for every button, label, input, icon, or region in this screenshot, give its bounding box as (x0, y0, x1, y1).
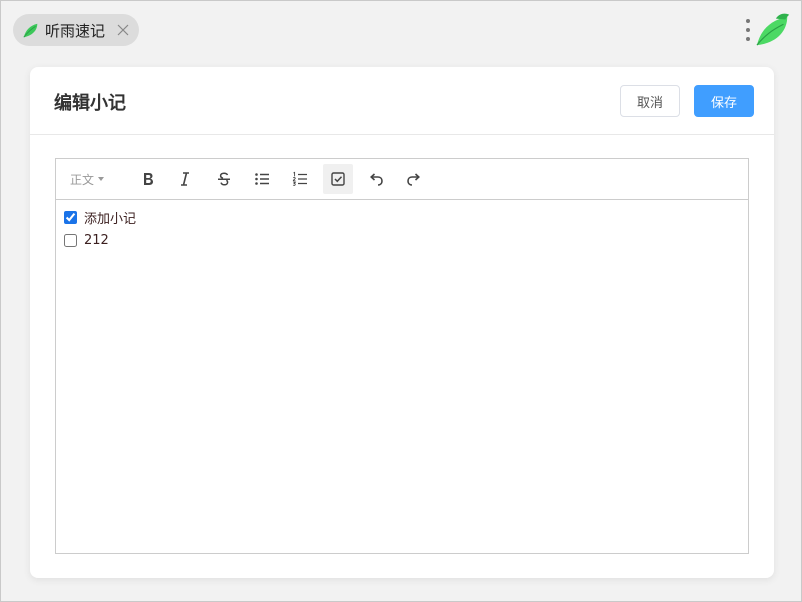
strikethrough-button[interactable] (209, 164, 239, 194)
todo-checkbox[interactable] (64, 211, 77, 224)
todo-text[interactable]: 212 (84, 233, 109, 248)
todo-item: 212 (64, 229, 740, 252)
numbered-list-icon (292, 171, 307, 186)
todo-text[interactable]: 添加小记 (84, 208, 136, 227)
brand-logo-icon (756, 13, 790, 46)
italic-icon (181, 172, 189, 186)
redo-button[interactable] (399, 164, 429, 194)
dialog-header: 编辑小记 取消 保存 (30, 67, 774, 135)
edit-note-dialog: 编辑小记 取消 保存 正文 添加小记 212 (30, 67, 774, 578)
tab-title: 听雨速记 (45, 21, 106, 40)
more-menu-icon[interactable] (741, 17, 755, 43)
strikethrough-icon (218, 172, 230, 186)
undo-button[interactable] (361, 164, 391, 194)
save-button[interactable]: 保存 (694, 85, 754, 117)
bird-logo-icon (23, 23, 38, 38)
italic-button[interactable] (170, 164, 200, 194)
bold-icon (144, 173, 153, 185)
app-tab[interactable]: 听雨速记 (13, 14, 139, 46)
rich-text-editor[interactable]: 正文 添加小记 212 (55, 158, 749, 554)
editor-toolbar: 正文 (56, 159, 748, 200)
redo-icon (407, 173, 420, 186)
dialog-title: 编辑小记 (54, 93, 126, 114)
editor-content[interactable]: 添加小记 212 (56, 200, 748, 258)
heading-select[interactable]: 正文 (70, 164, 118, 194)
numbered-list-button[interactable] (285, 164, 315, 194)
cancel-button[interactable]: 取消 (620, 85, 680, 117)
undo-icon (370, 173, 383, 186)
checklist-icon (331, 172, 345, 186)
close-icon[interactable] (115, 22, 131, 38)
todo-item: 添加小记 (64, 206, 740, 229)
heading-select-label: 正文 (70, 172, 95, 187)
bold-button[interactable] (133, 164, 163, 194)
checklist-button[interactable] (323, 164, 353, 194)
todo-checkbox[interactable] (64, 234, 77, 247)
caret-down-icon (98, 177, 105, 181)
bullet-list-icon (255, 173, 269, 185)
bullet-list-button[interactable] (247, 164, 277, 194)
